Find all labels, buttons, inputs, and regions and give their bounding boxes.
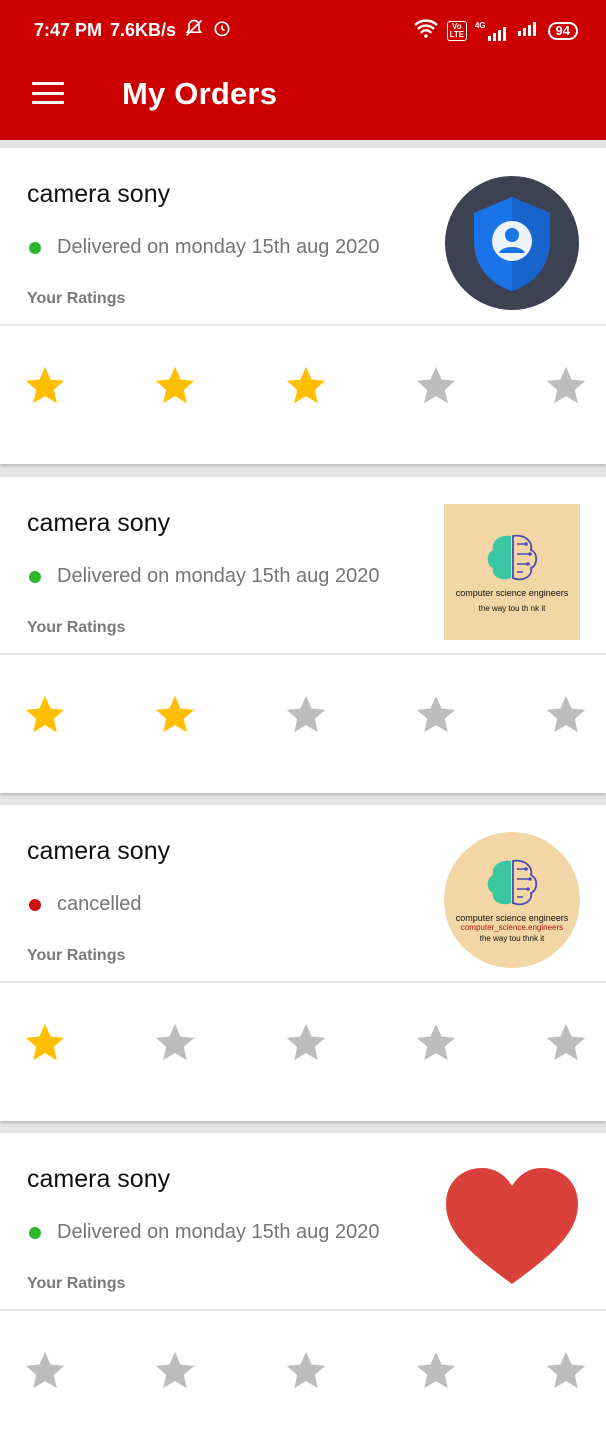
- star-empty-icon[interactable]: [543, 1020, 589, 1066]
- brain-logo: [487, 534, 538, 580]
- order-status: Delivered on monday 15th aug 2020: [29, 565, 379, 588]
- order-card[interactable]: camera sony cancelled Your Ratings compu…: [0, 805, 606, 1121]
- star-empty-icon[interactable]: [543, 363, 589, 409]
- product-image[interactable]: [444, 175, 580, 311]
- product-name: camera sony: [27, 837, 171, 865]
- star-filled-icon[interactable]: [22, 1020, 68, 1066]
- status-dot: [29, 898, 41, 911]
- star-rating[interactable]: [0, 1348, 606, 1398]
- star-filled-icon[interactable]: [22, 363, 68, 409]
- mute-bell-icon: [184, 18, 204, 43]
- network-speed: 7.6KB/s: [110, 20, 177, 40]
- status-text: cancelled: [57, 893, 142, 915]
- product-image[interactable]: computer science engineers the way tou t…: [444, 504, 580, 640]
- star-empty-icon[interactable]: [22, 1348, 68, 1394]
- status-text: Delivered on monday 15th aug 2020: [57, 1221, 380, 1243]
- divider: [0, 1309, 606, 1311]
- signal-icon: [517, 20, 540, 41]
- heart-icon: [446, 1168, 578, 1284]
- order-card[interactable]: camera sony Delivered on monday 15th aug…: [0, 477, 606, 793]
- ratings-label: Your Ratings: [27, 947, 126, 964]
- ratings-label: Your Ratings: [27, 290, 126, 307]
- star-empty-icon[interactable]: [283, 692, 329, 738]
- star-filled-icon[interactable]: [283, 363, 329, 409]
- ratings-label: Your Ratings: [27, 619, 126, 636]
- product-name: camera sony: [27, 1165, 171, 1193]
- divider: [0, 324, 606, 326]
- star-empty-icon[interactable]: [283, 1348, 329, 1394]
- star-empty-icon[interactable]: [543, 1348, 589, 1394]
- star-empty-icon[interactable]: [152, 1348, 198, 1394]
- wifi-icon: [413, 18, 439, 43]
- status-dot: [29, 1226, 41, 1239]
- star-filled-icon[interactable]: [152, 363, 198, 409]
- star-empty-icon[interactable]: [413, 363, 459, 409]
- status-text: Delivered on monday 15th aug 2020: [57, 565, 380, 587]
- order-status: Delivered on monday 15th aug 2020: [29, 236, 379, 259]
- product-name: camera sony: [27, 509, 171, 537]
- shield-user-icon: [445, 176, 579, 310]
- product-image[interactable]: [444, 1160, 580, 1296]
- star-empty-icon[interactable]: [413, 1020, 459, 1066]
- brain-logo: [487, 859, 538, 906]
- order-card[interactable]: camera sony Delivered on monday 15th aug…: [0, 1133, 606, 1449]
- divider: [0, 653, 606, 655]
- star-rating[interactable]: [0, 363, 606, 413]
- order-status: cancelled: [29, 893, 142, 916]
- image-tagline: the way tou thnk it: [479, 934, 545, 943]
- star-empty-icon[interactable]: [152, 1020, 198, 1066]
- status-dot: [29, 570, 41, 583]
- app-bar: 7:47 PM 7.6KB/s Vo LTE 4G 94 My Orders: [0, 0, 606, 140]
- image-subcaption: computer_science.engineers: [460, 923, 564, 932]
- star-empty-icon[interactable]: [283, 1020, 329, 1066]
- star-filled-icon[interactable]: [22, 692, 68, 738]
- image-caption: computer science engineers: [455, 913, 569, 923]
- alarm-icon: [212, 18, 232, 43]
- product-image[interactable]: computer science engineers computer_scie…: [444, 832, 580, 968]
- star-empty-icon[interactable]: [413, 1348, 459, 1394]
- status-dot: [29, 241, 41, 254]
- product-name: camera sony: [27, 180, 171, 208]
- battery-indicator: 94: [547, 21, 578, 40]
- image-caption: computer science engineers: [455, 587, 569, 598]
- star-filled-icon[interactable]: [152, 692, 198, 738]
- image-tagline: the way tou th nk it: [478, 603, 546, 613]
- page-title: My Orders: [122, 76, 278, 111]
- ratings-label: Your Ratings: [27, 1275, 126, 1292]
- status-time: 7:47 PM: [34, 20, 103, 40]
- order-card[interactable]: camera sony Delivered on monday 15th aug…: [0, 148, 606, 464]
- volte-icon: Vo LTE: [446, 20, 467, 41]
- order-status: Delivered on monday 15th aug 2020: [29, 1221, 379, 1244]
- status-text: Delivered on monday 15th aug 2020: [57, 236, 380, 258]
- star-rating[interactable]: [0, 692, 606, 742]
- menu-icon[interactable]: [32, 82, 64, 104]
- signal-4g-icon: 4G: [475, 21, 510, 41]
- divider: [0, 981, 606, 983]
- star-empty-icon[interactable]: [413, 692, 459, 738]
- status-bar: 7:47 PM 7.6KB/s Vo LTE 4G 94: [34, 18, 578, 42]
- star-rating[interactable]: [0, 1020, 606, 1070]
- star-empty-icon[interactable]: [543, 692, 589, 738]
